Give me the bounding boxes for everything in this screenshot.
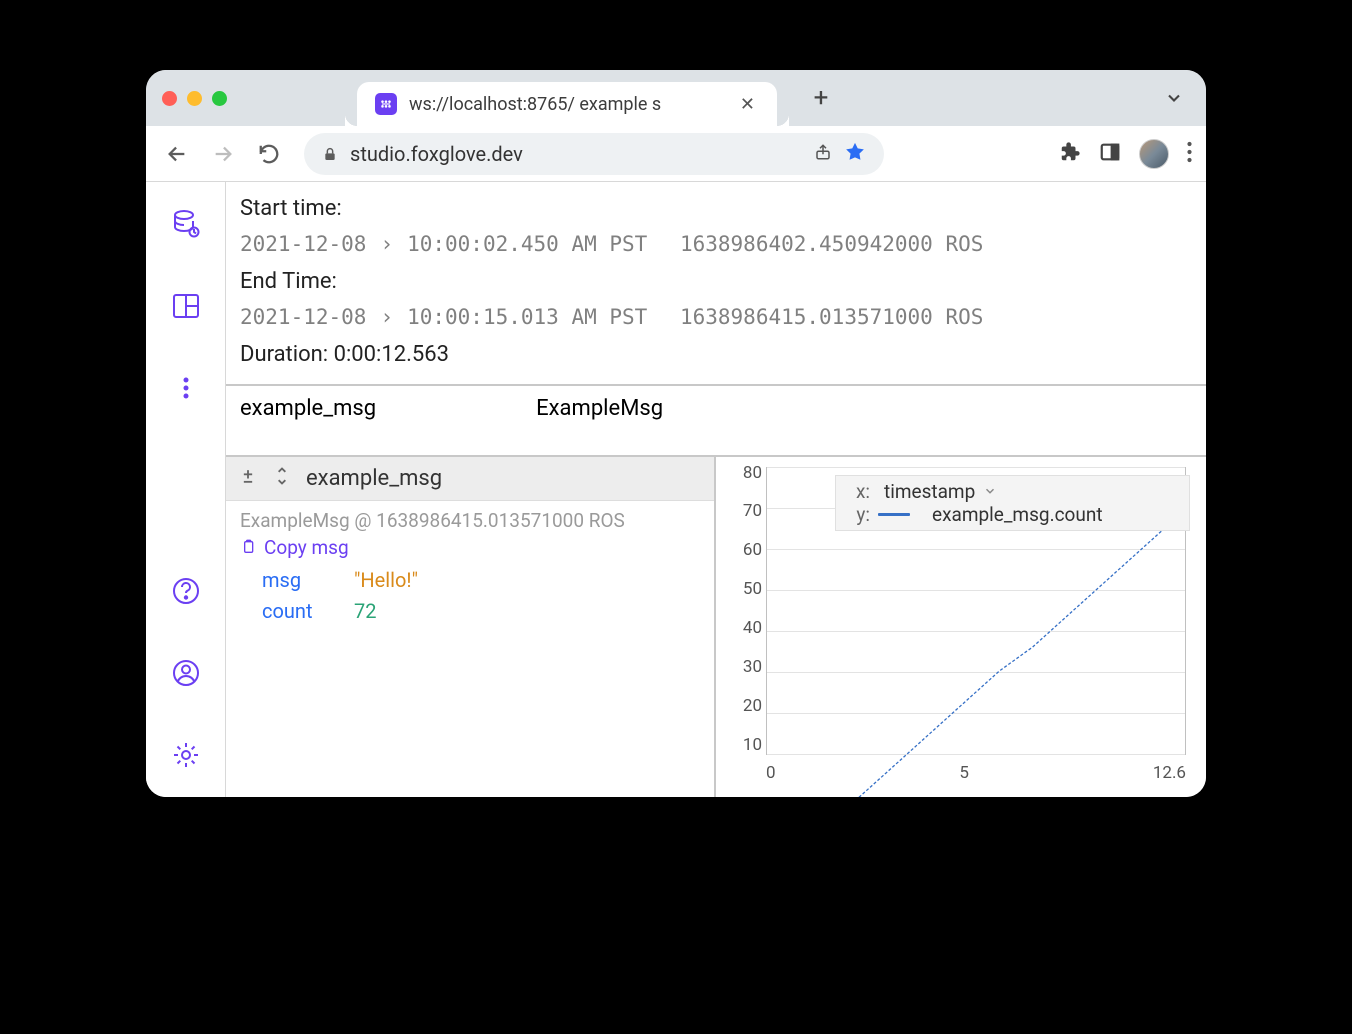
chevron-right-icon: › [376, 227, 397, 263]
start-date[interactable]: 2021-12-08 [240, 227, 366, 263]
field-key: msg [262, 565, 332, 596]
raw-message-panel: example_msg ExampleMsg @ 1638986415.0135… [226, 457, 716, 797]
data-row-count: count 72 [240, 596, 700, 627]
main-panels: Start time: 2021-12-08 › 10:00:02.450 AM… [226, 182, 1206, 797]
data-row-msg: msg "Hello!" [240, 565, 700, 596]
browser-toolbar: studio.foxglove.dev [146, 126, 1206, 182]
reload-button[interactable] [252, 137, 286, 171]
extensions-icon[interactable] [1059, 141, 1081, 167]
lower-panels: example_msg ExampleMsg @ 1638986415.0135… [226, 457, 1206, 797]
field-value: "Hello!" [354, 565, 418, 596]
start-time-label: Start time: [240, 190, 1192, 227]
expand-icon[interactable] [272, 466, 292, 490]
field-key: count [262, 596, 332, 627]
bookmark-star-icon[interactable] [844, 141, 866, 167]
x-tick: 0 [766, 763, 776, 783]
x-tick: 5 [959, 763, 969, 783]
x-axis: 0 5 12.6 [766, 763, 1186, 783]
y-tick: 50 [724, 579, 762, 599]
start-time-row: 2021-12-08 › 10:00:02.450 AM PST 1638986… [240, 227, 1192, 263]
y-tick: 30 [724, 657, 762, 677]
share-icon[interactable] [814, 143, 832, 165]
menu-icon[interactable] [1187, 141, 1192, 167]
end-date[interactable]: 2021-12-08 [240, 300, 366, 336]
legend-x-value: timestamp [884, 480, 975, 503]
layout-icon[interactable] [168, 288, 204, 324]
legend-y-label: y: [846, 503, 870, 526]
legend-line-icon [878, 513, 910, 516]
plot-panel: x: timestamp y: example_msg.count [716, 457, 1206, 797]
copy-msg-button[interactable]: Copy msg [240, 536, 700, 559]
time-panel: Start time: 2021-12-08 › 10:00:02.450 AM… [226, 182, 1206, 386]
browser-window: ws://localhost:8765/ example s ✕ + studi… [146, 70, 1206, 797]
duration-label: Duration: 0:00:12.563 [240, 336, 1192, 373]
app-body: Start time: 2021-12-08 › 10:00:02.450 AM… [146, 182, 1206, 797]
side-panel-icon[interactable] [1099, 141, 1121, 167]
y-tick: 20 [724, 696, 762, 716]
raw-panel-header: example_msg [226, 457, 714, 501]
plot-area[interactable]: x: timestamp y: example_msg.count [722, 457, 1196, 791]
x-tick: 12.6 [1153, 763, 1186, 783]
browser-tab[interactable]: ws://localhost:8765/ example s ✕ [357, 82, 777, 126]
address-bar[interactable]: studio.foxglove.dev [304, 133, 884, 175]
chevron-right-icon: › [376, 300, 397, 336]
minimize-window-button[interactable] [187, 91, 202, 106]
forward-button[interactable] [206, 137, 240, 171]
topic-panel: example_msg ExampleMsg [226, 386, 1206, 457]
y-tick: 60 [724, 540, 762, 560]
raw-meta: ExampleMsg @ 1638986415.013571000 ROS [240, 509, 700, 532]
y-tick: 40 [724, 618, 762, 638]
window-controls [162, 91, 227, 106]
help-icon[interactable] [168, 573, 204, 609]
raw-panel-title[interactable]: example_msg [306, 466, 442, 491]
raw-panel-body: ExampleMsg @ 1638986415.013571000 ROS Co… [226, 501, 714, 635]
more-icon[interactable] [168, 370, 204, 406]
lock-icon [322, 146, 338, 162]
maximize-window-button[interactable] [212, 91, 227, 106]
field-value: 72 [354, 596, 376, 627]
end-stamp: 1638986415.013571000 ROS [680, 300, 983, 336]
y-tick: 70 [724, 501, 762, 521]
y-tick: 10 [724, 735, 762, 755]
end-time-row: 2021-12-08 › 10:00:15.013 AM PST 1638986… [240, 300, 1192, 336]
topic-name[interactable]: example_msg [240, 396, 376, 421]
start-time[interactable]: 10:00:02.450 AM PST [407, 227, 647, 263]
favicon-icon [375, 93, 397, 115]
close-tab-icon[interactable]: ✕ [736, 92, 759, 117]
data-source-icon[interactable] [168, 206, 204, 242]
end-time[interactable]: 10:00:15.013 AM PST [407, 300, 647, 336]
y-tick: 80 [724, 463, 762, 483]
topic-type: ExampleMsg [536, 396, 663, 421]
settings-gear-icon[interactable] [168, 737, 204, 773]
profile-avatar[interactable] [1139, 139, 1169, 169]
new-tab-button[interactable]: + [805, 82, 837, 114]
tab-overflow-button[interactable] [1158, 82, 1190, 114]
tab-title: ws://localhost:8765/ example s [409, 94, 724, 115]
url-text: studio.foxglove.dev [350, 142, 802, 166]
end-time-label: End Time: [240, 263, 1192, 300]
y-axis: 80 70 60 50 40 30 20 10 [724, 463, 762, 755]
copy-msg-label: Copy msg [264, 536, 349, 559]
sidebar [146, 182, 226, 797]
legend-series-name: example_msg.count [932, 503, 1103, 526]
plot-legend[interactable]: x: timestamp y: example_msg.count [835, 475, 1190, 531]
account-icon[interactable] [168, 655, 204, 691]
legend-x-label: x: [846, 480, 870, 503]
close-window-button[interactable] [162, 91, 177, 106]
diff-icon[interactable] [238, 466, 258, 490]
start-stamp: 1638986402.450942000 ROS [680, 227, 983, 263]
back-button[interactable] [160, 137, 194, 171]
tab-bar: ws://localhost:8765/ example s ✕ + [146, 70, 1206, 126]
chevron-down-icon[interactable] [983, 480, 997, 503]
